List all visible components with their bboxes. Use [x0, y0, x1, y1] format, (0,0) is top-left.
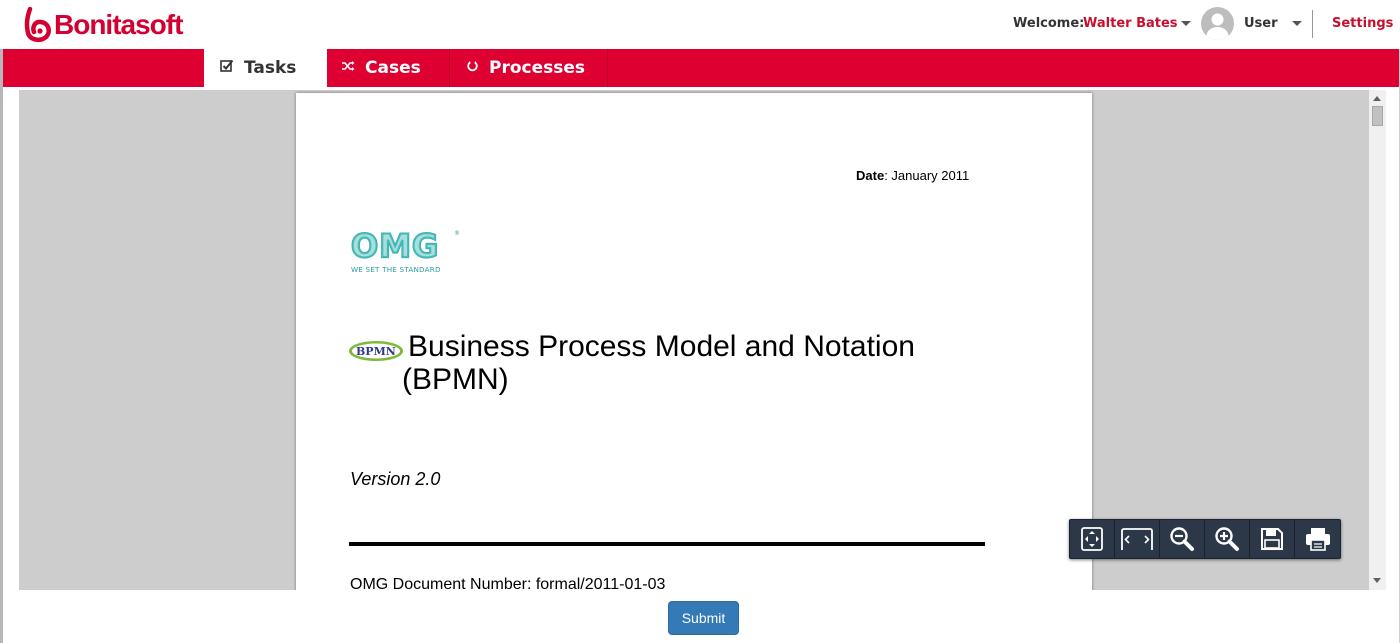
- document-title-line2: (BPMN): [402, 363, 509, 396]
- settings-link[interactable]: Settings: [1332, 16, 1393, 31]
- scroll-down-arrow-icon[interactable]: [1373, 578, 1381, 583]
- zoom-in-icon: [1215, 527, 1239, 551]
- document-date: Date: January 2011: [856, 168, 969, 183]
- save-button[interactable]: [1250, 520, 1295, 558]
- fit-width-icon: [1121, 528, 1153, 550]
- zoom-out-button[interactable]: [1160, 520, 1205, 558]
- bpmn-logo: BPMN: [349, 341, 403, 361]
- tab-tasks[interactable]: Tasks: [204, 49, 327, 87]
- document-title: Business Process Model and Notation (BPM…: [402, 330, 915, 396]
- scroll-up-arrow-icon[interactable]: [1373, 96, 1381, 101]
- user-menu-chevron-down-icon[interactable]: [1292, 21, 1302, 26]
- bonitasoft-logo[interactable]: Bonitasoft: [22, 6, 183, 44]
- svg-text:®: ®: [454, 230, 460, 237]
- fit-page-icon: [1081, 527, 1103, 551]
- welcome-label: Welcome:: [1013, 16, 1085, 31]
- tab-divider: [607, 49, 608, 87]
- viewer-toolbar: [1069, 519, 1341, 559]
- zoom-in-button[interactable]: [1205, 520, 1250, 558]
- check-square-icon: [220, 59, 234, 77]
- avatar[interactable]: [1201, 7, 1234, 40]
- top-header: Bonitasoft Welcome: Walter Bates User Se…: [0, 0, 1400, 49]
- svg-text:WE SET THE STANDARD: WE SET THE STANDARD: [351, 265, 441, 274]
- tab-processes-label: Processes: [489, 58, 586, 78]
- print-icon: [1305, 528, 1330, 551]
- user-avatar-icon: [1206, 13, 1229, 40]
- header-divider: [1312, 10, 1313, 38]
- pdf-page: Date: January 2011 OMG OMG WE SET THE ST…: [296, 93, 1092, 590]
- tab-cases-label: Cases: [365, 58, 421, 78]
- svg-text:OMG: OMG: [351, 227, 439, 265]
- print-button[interactable]: [1295, 520, 1340, 558]
- date-label: Date: [856, 168, 885, 183]
- fit-width-button[interactable]: [1115, 520, 1160, 558]
- zoom-out-icon: [1170, 527, 1194, 551]
- tab-processes[interactable]: Processes: [450, 49, 607, 87]
- omg-logo: OMG OMG WE SET THE STANDARD ®: [350, 226, 460, 274]
- tab-cases[interactable]: Cases: [327, 49, 449, 87]
- document-version: Version 2.0: [350, 469, 441, 489]
- document-title-line1: Business Process Model and Notation: [408, 330, 915, 363]
- viewer-scrollbar[interactable]: [1369, 90, 1386, 590]
- fit-page-button[interactable]: [1070, 520, 1115, 558]
- shuffle-icon: [341, 60, 355, 76]
- date-value: : January 2011: [884, 168, 970, 183]
- tab-tasks-label: Tasks: [244, 58, 297, 78]
- svg-text:BPMN: BPMN: [356, 345, 396, 358]
- submit-button[interactable]: Submit: [668, 601, 739, 635]
- save-icon: [1261, 528, 1283, 550]
- user-name-chevron-down-icon[interactable]: [1181, 21, 1191, 26]
- user-menu-label[interactable]: User: [1244, 16, 1278, 31]
- cog-icon: [466, 60, 479, 77]
- scrollbar-thumb[interactable]: [1372, 106, 1383, 126]
- main-nav: Tasks Cases Processes: [3, 49, 1399, 87]
- horizontal-rule: [349, 542, 985, 546]
- brand-name: Bonitasoft: [54, 9, 183, 40]
- pdf-viewer[interactable]: Date: January 2011 OMG OMG WE SET THE ST…: [19, 90, 1385, 590]
- user-full-name-link[interactable]: Walter Bates: [1083, 16, 1178, 31]
- document-number: OMG Document Number: formal/2011-01-03: [350, 576, 666, 590]
- bonita-logo-icon: [24, 7, 51, 43]
